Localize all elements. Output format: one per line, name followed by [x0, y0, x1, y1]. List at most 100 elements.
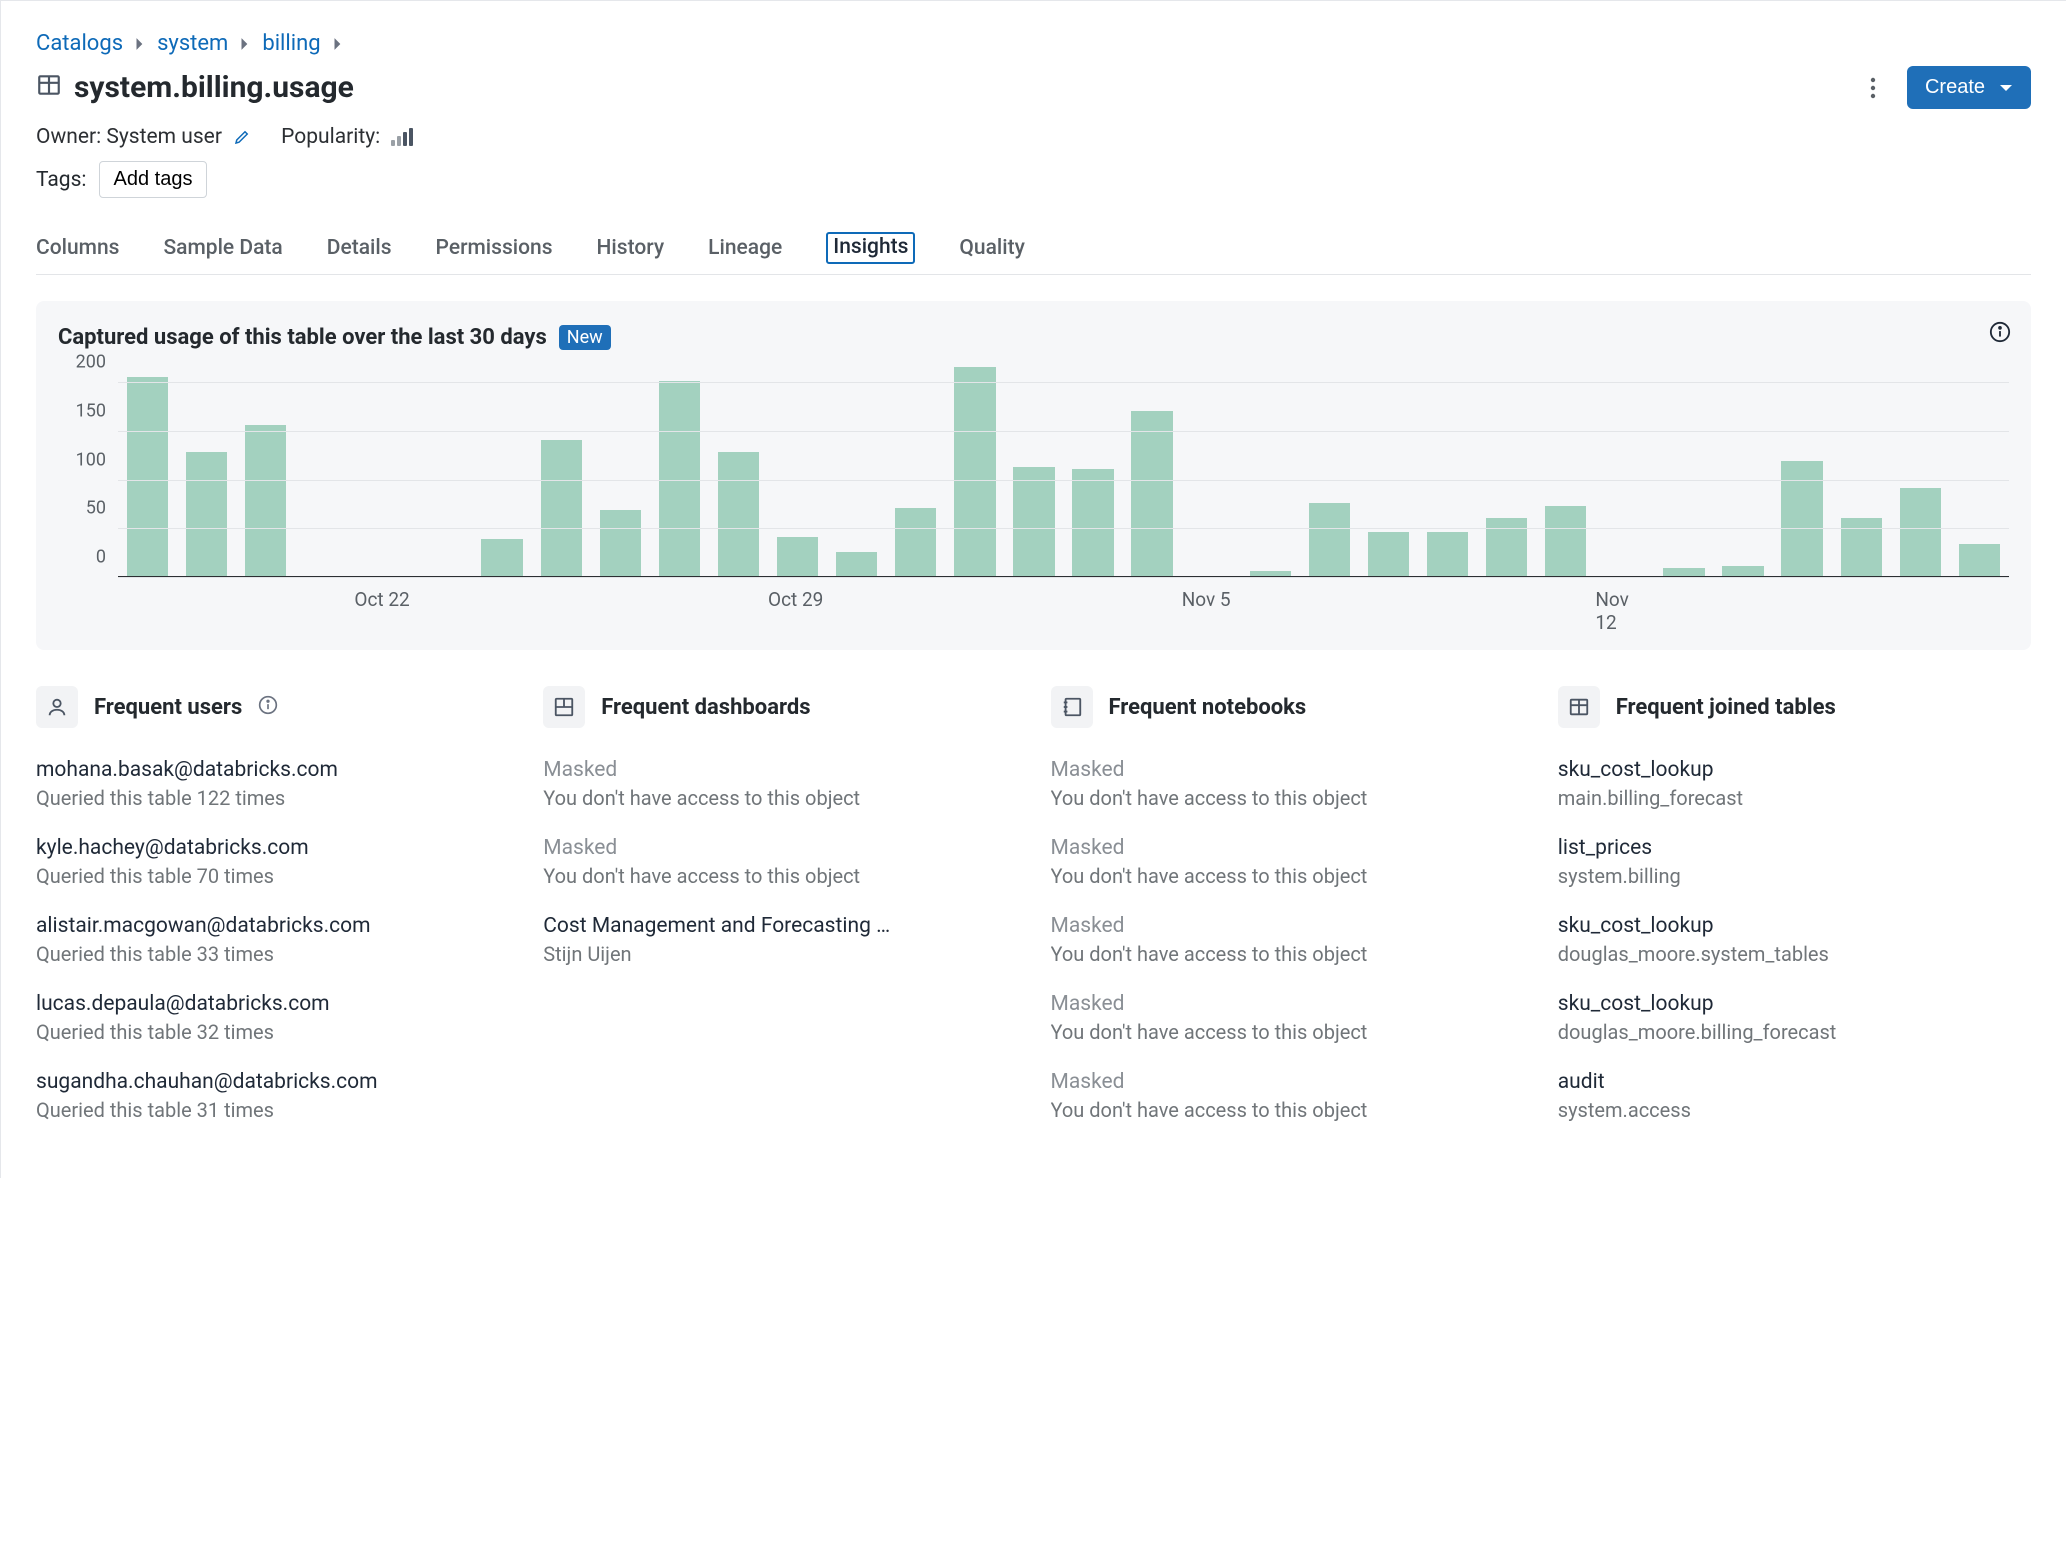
y-tick: 150: [76, 401, 106, 422]
edit-owner-icon[interactable]: [227, 125, 251, 149]
more-actions-button[interactable]: [1857, 72, 1889, 104]
card-title: Frequent users: [94, 695, 242, 720]
chart-bar[interactable]: [1781, 461, 1822, 576]
chart-bar[interactable]: [659, 381, 700, 576]
chart-bar[interactable]: [1841, 518, 1882, 576]
new-badge: New: [559, 325, 611, 350]
chart-bar[interactable]: [1959, 544, 2000, 576]
usage-chart: 050100150200: [58, 364, 2009, 578]
list-item-subtitle: douglas_moore.system_tables: [1558, 942, 2031, 966]
list-item[interactable]: lucas.depaula@databricks.comQueried this…: [36, 992, 509, 1044]
list-item: Masked You don't have access to this obje…: [1051, 836, 1524, 888]
table-icon: [36, 72, 62, 103]
user-icon: [36, 686, 78, 728]
chart-bar[interactable]: [1427, 532, 1468, 576]
tab-quality[interactable]: Quality: [959, 232, 1024, 274]
x-tick: Nov 5: [1182, 588, 1241, 634]
list-item[interactable]: sugandha.chauhan@databricks.comQueried t…: [36, 1070, 509, 1122]
list-item[interactable]: kyle.hachey@databricks.com Queried this t…: [36, 836, 509, 888]
tags-label: Tags:: [36, 168, 87, 192]
list-item[interactable]: sku_cost_lookup douglas_moore.system_tabl…: [1558, 914, 2031, 966]
list-item-title: Masked: [1051, 992, 1524, 1016]
tab-details[interactable]: Details: [327, 232, 392, 274]
list-item-title: lucas.depaula@databricks.com: [36, 992, 509, 1016]
list-item-title: Masked: [1051, 836, 1524, 860]
list-item[interactable]: sku_cost_lookupdouglas_moore.billing_for…: [1558, 992, 2031, 1044]
tab-insights[interactable]: Insights: [826, 232, 915, 264]
info-icon[interactable]: [1989, 321, 2011, 348]
list-item-title: audit: [1558, 1070, 2031, 1094]
insights-panel: Captured usage of this table over the la…: [36, 301, 2031, 650]
list-item-subtitle: You don't have access to this object: [1051, 1098, 1524, 1122]
chart-bar[interactable]: [481, 539, 522, 576]
chart-bar[interactable]: [1131, 411, 1172, 576]
chart-bar[interactable]: [600, 510, 641, 576]
popularity-bars-icon: [391, 128, 413, 146]
list-item-title: Cost Management and Forecasting …: [543, 914, 1016, 938]
tab-lineage[interactable]: Lineage: [708, 232, 782, 274]
create-button-label: Create: [1925, 76, 1985, 99]
chart-bar[interactable]: [186, 452, 227, 576]
list-item[interactable]: sku_cost_lookupmain.billing_forecast: [1558, 758, 2031, 810]
notebook-icon: [1051, 686, 1093, 728]
list-item-title: Masked: [1051, 1070, 1524, 1094]
list-item-subtitle: Queried this table 122 times: [36, 786, 509, 810]
breadcrumb-billing[interactable]: billing: [262, 31, 320, 56]
chart-bar[interactable]: [718, 452, 759, 577]
list-item: MaskedYou don't have access to this obje…: [543, 836, 1016, 888]
list-item: MaskedYou don't have access to this obje…: [1051, 758, 1524, 810]
list-item-subtitle: You don't have access to this object: [1051, 942, 1524, 966]
x-tick: Oct 22: [354, 588, 413, 634]
chart-bar[interactable]: [127, 377, 168, 576]
tab-columns[interactable]: Columns: [36, 232, 119, 274]
chart-bar[interactable]: [1013, 467, 1054, 576]
breadcrumb: Catalogs system billing: [36, 31, 2031, 56]
dashboard-icon: [543, 686, 585, 728]
chart-bar[interactable]: [1250, 571, 1291, 576]
list-item: MaskedYou don't have access to this obje…: [543, 758, 1016, 810]
chart-bar[interactable]: [1309, 503, 1350, 576]
tab-permissions[interactable]: Permissions: [436, 232, 553, 274]
tab-sample-data[interactable]: Sample Data: [163, 232, 282, 274]
list-item[interactable]: mohana.basak@databricks.comQueried this …: [36, 758, 509, 810]
list-item[interactable]: auditsystem.access: [1558, 1070, 2031, 1122]
info-icon[interactable]: [258, 695, 278, 720]
chart-bar[interactable]: [541, 440, 582, 576]
chevron-down-icon: [1999, 76, 2013, 99]
breadcrumb-catalogs[interactable]: Catalogs: [36, 31, 123, 56]
chevron-right-icon: [240, 32, 250, 56]
breadcrumb-system[interactable]: system: [157, 31, 228, 56]
list-item-title: Masked: [1051, 758, 1524, 782]
frequent-users-card: Frequent users mohana.basak@databricks.c…: [36, 686, 509, 1148]
chart-bar[interactable]: [895, 508, 936, 576]
list-item-subtitle: You don't have access to this object: [543, 786, 1016, 810]
list-item: Masked You don't have access to this obje…: [1051, 1070, 1524, 1122]
list-item-title: list_prices: [1558, 836, 2031, 860]
list-item[interactable]: alistair.macgowan@databricks.comQueried …: [36, 914, 509, 966]
list-item[interactable]: Cost Management and Forecasting … Stijn U…: [543, 914, 1016, 966]
list-item-title: sku_cost_lookup: [1558, 914, 2031, 938]
frequent-dashboards-card: Frequent dashboards MaskedYou don't have…: [543, 686, 1016, 1148]
chart-bar[interactable]: [1368, 532, 1409, 576]
x-tick: Oct 29: [768, 588, 827, 634]
tab-history[interactable]: History: [597, 232, 665, 274]
chart-bar[interactable]: [777, 537, 818, 576]
list-item[interactable]: list_pricessystem.billing: [1558, 836, 2031, 888]
list-item-subtitle: You don't have access to this object: [1051, 1020, 1524, 1044]
chart-bar[interactable]: [1900, 488, 1941, 576]
add-tags-button[interactable]: Add tags: [99, 161, 208, 198]
list-item-subtitle: Queried this table 70 times: [36, 864, 509, 888]
chart-bar[interactable]: [1722, 566, 1763, 576]
chart-bar[interactable]: [954, 367, 995, 576]
chart-bar[interactable]: [1486, 518, 1527, 576]
create-button[interactable]: Create: [1907, 66, 2031, 109]
list-item-title: sugandha.chauhan@databricks.com: [36, 1070, 509, 1094]
list-item-subtitle: You don't have access to this object: [1051, 864, 1524, 888]
list-item-subtitle: Stijn Uijen: [543, 942, 1016, 966]
chart-bar[interactable]: [1663, 568, 1704, 576]
chart-bar[interactable]: [1545, 506, 1586, 576]
chart-bar[interactable]: [245, 425, 286, 576]
chart-bar[interactable]: [836, 552, 877, 576]
list-item-title: kyle.hachey@databricks.com: [36, 836, 509, 860]
chart-bar[interactable]: [1072, 469, 1113, 576]
